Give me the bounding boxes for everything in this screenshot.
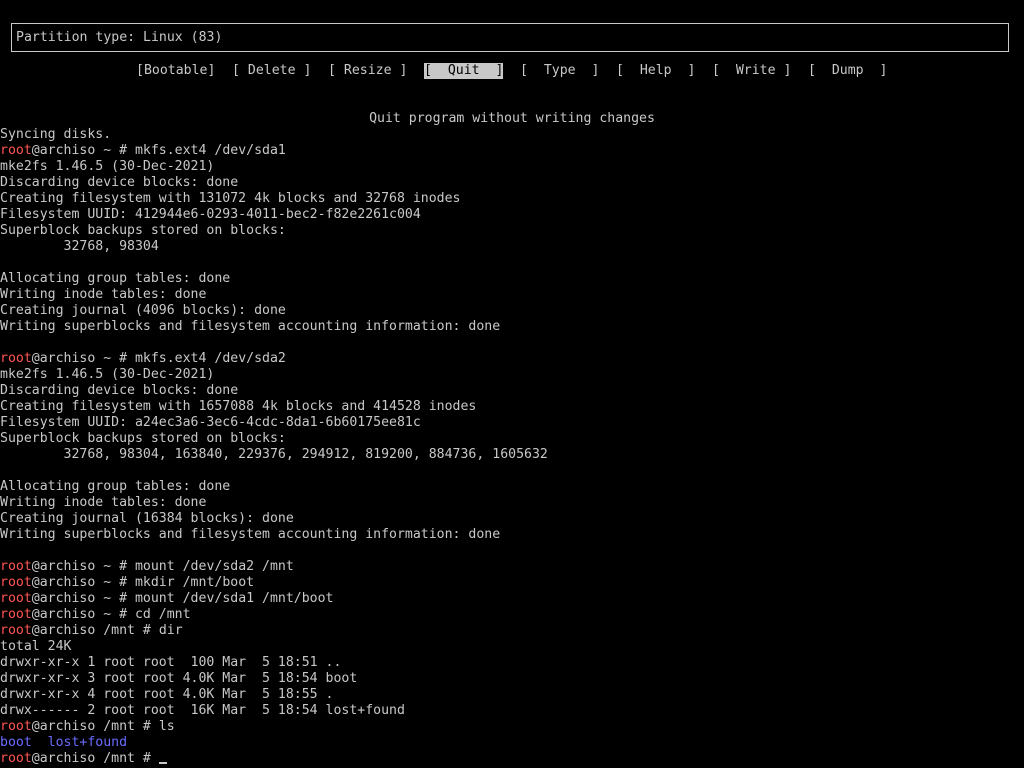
prompt-user: root [0, 607, 32, 622]
output-line: drwxr-xr-x 3 root root 4.0K Mar 5 18:54 … [0, 671, 358, 686]
prompt-line: root@archiso ~ # mkfs.ext4 /dev/sda1 [0, 143, 1024, 159]
prompt-user: root [0, 719, 32, 734]
output-line: Allocating group tables: done [0, 271, 231, 286]
output-line: Writing superblocks and filesystem accou… [0, 527, 501, 542]
text-cursor [158, 762, 167, 764]
directory-entry: boot [0, 735, 32, 750]
output-line: drwx------ 2 root root 16K Mar 5 18:54 l… [0, 703, 405, 718]
dump-button[interactable]: [ Dump ] [808, 63, 887, 79]
help-button[interactable]: [ Help ] [616, 63, 695, 79]
output-line: total 24K [0, 639, 72, 654]
output-line: Creating journal (16384 blocks): done [0, 511, 294, 526]
command-text: cd /mnt [134, 607, 191, 622]
output-line: Superblock backups stored on blocks: [0, 431, 286, 446]
directory-entry: lost+found [47, 735, 128, 750]
prompt-line: root@archiso ~ # mkdir /mnt/boot [0, 575, 1024, 591]
output-line: Writing superblocks and filesystem accou… [0, 319, 501, 334]
prompt-user: root [0, 751, 32, 766]
output-line: Creating journal (4096 blocks): done [0, 303, 286, 318]
delete-button[interactable]: [ Delete ] [232, 63, 311, 79]
prompt-host-path: @archiso /mnt # [31, 623, 159, 638]
output-line: Writing inode tables: done [0, 287, 207, 302]
output-line: Filesystem UUID: a24ec3a6-3ec6-4cdc-8da1… [0, 415, 421, 430]
output-line: Allocating group tables: done [0, 479, 231, 494]
command-text: mkdir /mnt/boot [134, 575, 255, 590]
output-line: 32768, 98304 [0, 239, 159, 254]
partition-type-box: Partition type: Linux (83) [11, 23, 1009, 52]
prompt-line: root@archiso /mnt # ls [0, 719, 1024, 735]
output-line: mke2fs 1.46.5 (30-Dec-2021) [0, 159, 215, 174]
output-line: Superblock backups stored on blocks: [0, 223, 286, 238]
bootable-button[interactable]: [Bootable] [136, 63, 215, 79]
command-text: mount /dev/sda1 /mnt/boot [134, 591, 334, 606]
prompt-user: root [0, 559, 32, 574]
prompt-host-path: @archiso ~ # [31, 351, 135, 366]
prompt-host-path: @archiso ~ # [31, 607, 135, 622]
output-line: Filesystem UUID: 412944e6-0293-4011-bec2… [0, 207, 421, 222]
prompt-line: root@archiso ~ # mount /dev/sda1 /mnt/bo… [0, 591, 1024, 607]
resize-button[interactable]: [ Resize ] [328, 63, 407, 79]
prompt-user: root [0, 575, 32, 590]
prompt-user: root [0, 351, 32, 366]
quit-button[interactable]: [ Quit ] [424, 63, 504, 79]
prompt-host-path: @archiso ~ # [31, 143, 135, 158]
prompt-line: root@archiso /mnt # dir [0, 623, 1024, 639]
command-text: ls [158, 719, 175, 734]
prompt-user: root [0, 143, 32, 158]
command-text: mkfs.ext4 /dev/sda1 [134, 143, 286, 158]
prompt-host-path: @archiso ~ # [31, 591, 135, 606]
output-line: drwxr-xr-x 1 root root 100 Mar 5 18:51 .… [0, 655, 342, 670]
output-line: 32768, 98304, 163840, 229376, 294912, 81… [0, 447, 548, 462]
terminal-output[interactable]: Syncing disks. root@archiso ~ # mkfs.ext4… [0, 127, 1024, 767]
output-line: Syncing disks. [0, 127, 112, 142]
prompt-host-path: @archiso /mnt # [31, 751, 159, 766]
prompt-line: root@archiso /mnt # [0, 751, 1024, 767]
prompt-user: root [0, 623, 32, 638]
prompt-user: root [0, 591, 32, 606]
output-line: Discarding device blocks: done [0, 383, 239, 398]
write-button[interactable]: [ Write ] [712, 63, 791, 79]
partition-type-text: Partition type: Linux (83) [16, 30, 223, 45]
output-line: Writing inode tables: done [0, 495, 207, 510]
output-line: Creating filesystem with 1657088 4k bloc… [0, 399, 477, 414]
command-text: mkfs.ext4 /dev/sda2 [134, 351, 286, 366]
prompt-line: root@archiso ~ # mkfs.ext4 /dev/sda2 [0, 351, 1024, 367]
output-line: Creating filesystem with 131072 4k block… [0, 191, 461, 206]
output-line: Discarding device blocks: done [0, 175, 239, 190]
command-text: mount /dev/sda2 /mnt [134, 559, 294, 574]
type-button[interactable]: [ Type ] [520, 63, 599, 79]
ls-output-line: boot lost+found [0, 735, 1024, 751]
prompt-line: root@archiso ~ # mount /dev/sda2 /mnt [0, 559, 1024, 575]
command-text: dir [158, 623, 183, 638]
output-line: mke2fs 1.46.5 (30-Dec-2021) [0, 367, 215, 382]
prompt-host-path: @archiso /mnt # [31, 719, 159, 734]
cfdisk-menu-bar: [Bootable] [ Delete ] [ Resize ] [ Quit … [0, 63, 1024, 79]
output-line: drwxr-xr-x 4 root root 4.0K Mar 5 18:55 … [0, 687, 334, 702]
menu-hint-text: Quit program without writing changes [369, 111, 655, 126]
prompt-host-path: @archiso ~ # [31, 575, 135, 590]
prompt-host-path: @archiso ~ # [31, 559, 135, 574]
prompt-line: root@archiso ~ # cd /mnt [0, 607, 1024, 623]
